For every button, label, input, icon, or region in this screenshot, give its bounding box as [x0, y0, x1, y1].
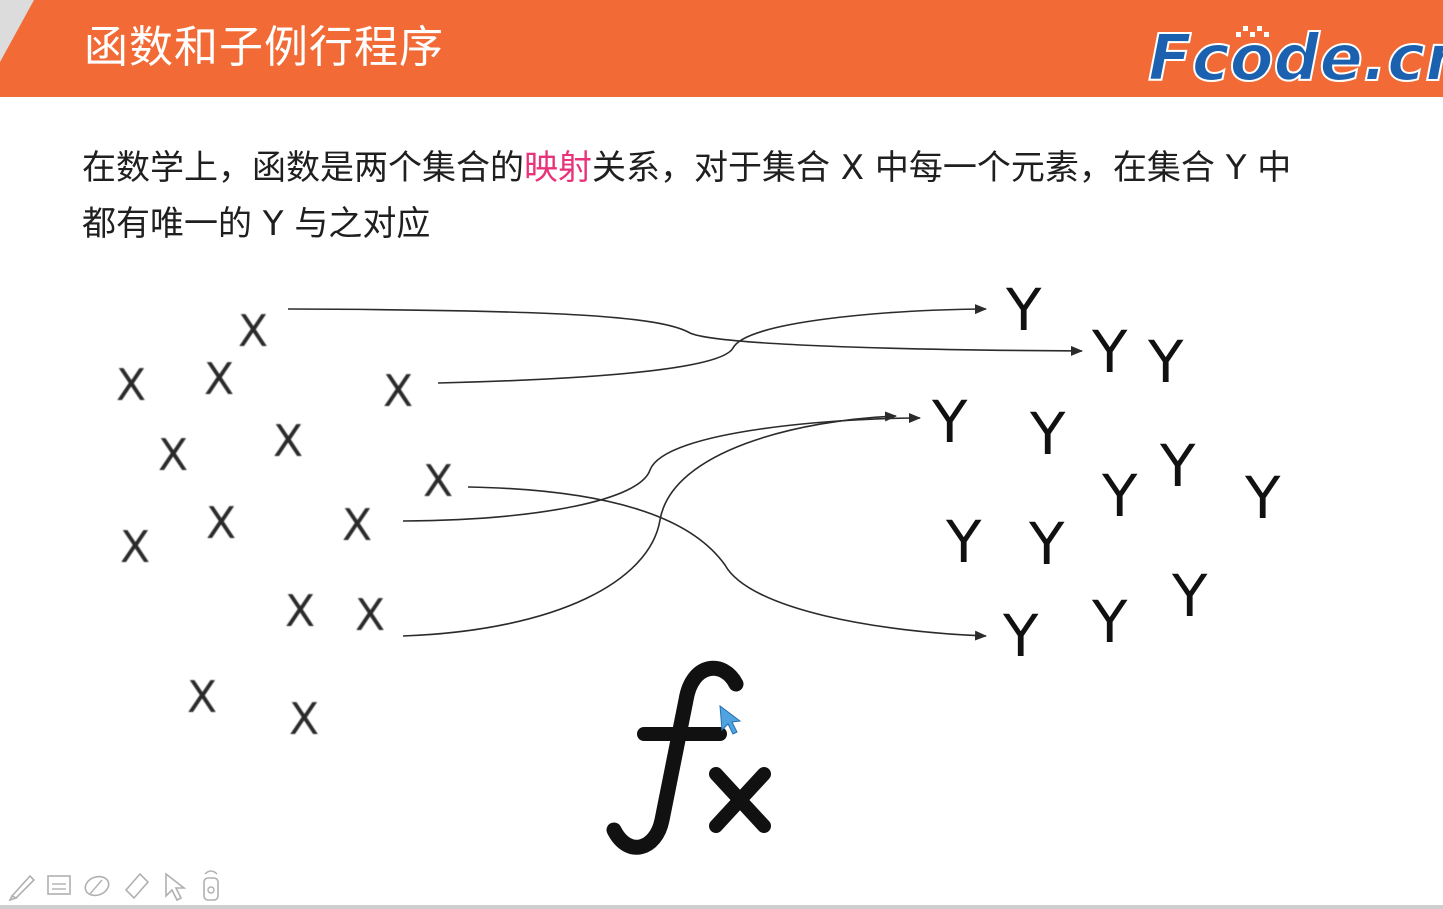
x-element: X	[238, 306, 268, 357]
set-x: X X X X X X X X X X X X X X	[116, 306, 453, 745]
fx-function-symbol	[606, 660, 771, 855]
y-element: Y	[1147, 328, 1184, 396]
x-element: X	[187, 672, 217, 723]
mapping-arrow	[402, 413, 921, 522]
eraser-icon[interactable]	[83, 873, 112, 898]
slide-body-text: 在数学上，函数是两个集合的映射关系，对于集合 X 中每一个元素，在集合 Y 中 …	[82, 140, 1382, 252]
x-element: X	[355, 590, 385, 641]
x-element: X	[383, 366, 413, 417]
body-text-part-2: 关系，对于集合 X 中每一个元素，在集合 Y 中	[592, 148, 1292, 188]
body-line-1: 在数学上，函数是两个集合的映射关系，对于集合 X 中每一个元素，在集合 Y 中	[82, 140, 1382, 196]
y-element: Y	[945, 508, 982, 576]
pen-icon[interactable]	[8, 874, 36, 902]
x-element: X	[273, 416, 303, 467]
pointer-icon[interactable]	[165, 872, 187, 902]
presentation-toolbar	[8, 870, 219, 902]
mapping-arrows	[287, 304, 1083, 641]
mapping-diagram: X X X X X X X X X X X X X X Y Y Y Y Y Y …	[116, 276, 1281, 855]
x-element: X	[285, 586, 315, 637]
y-element: Y	[1159, 432, 1196, 500]
y-element: Y	[1028, 510, 1065, 578]
set-y: Y Y Y Y Y Y Y Y Y Y Y Y Y	[931, 276, 1281, 670]
y-element: Y	[1091, 318, 1128, 386]
y-element: Y	[1101, 462, 1138, 530]
slide-header: 函数和子例行程序 Fcode.cn	[0, 0, 1443, 97]
y-element: Y	[1171, 562, 1208, 630]
slide-bottom-border	[0, 905, 1443, 909]
slide-title: 函数和子例行程序	[84, 22, 444, 73]
mapping-arrow	[437, 304, 987, 384]
y-element: Y	[931, 388, 968, 456]
x-element: X	[116, 360, 146, 411]
body-line-2: 都有唯一的 Y 与之对应	[82, 204, 431, 244]
x-element: X	[158, 430, 188, 481]
mapping-arrow	[287, 308, 1083, 356]
body-text-part-1: 在数学上，函数是两个集合的	[82, 148, 524, 188]
highlight-word: 映射	[524, 148, 592, 188]
x-element: X	[342, 500, 372, 551]
fcode-logo: Fcode.cn	[1148, 21, 1443, 90]
header-corner-decoration	[0, 0, 34, 62]
laser-icon[interactable]	[203, 870, 219, 901]
whiteboard-icon[interactable]	[47, 875, 71, 895]
x-element: X	[206, 498, 236, 549]
y-element: Y	[1005, 276, 1042, 344]
x-element: X	[289, 694, 319, 745]
y-element: Y	[1244, 464, 1281, 532]
logo-text: Fcode.cn	[1148, 22, 1443, 90]
x-element: X	[120, 522, 150, 573]
x-element: X	[423, 456, 453, 507]
y-element: Y	[1002, 602, 1039, 670]
mapping-arrow	[402, 411, 897, 637]
highlighter-icon[interactable]	[124, 872, 150, 900]
y-element: Y	[1091, 588, 1128, 656]
x-element: X	[204, 354, 234, 405]
y-element: Y	[1029, 400, 1066, 468]
